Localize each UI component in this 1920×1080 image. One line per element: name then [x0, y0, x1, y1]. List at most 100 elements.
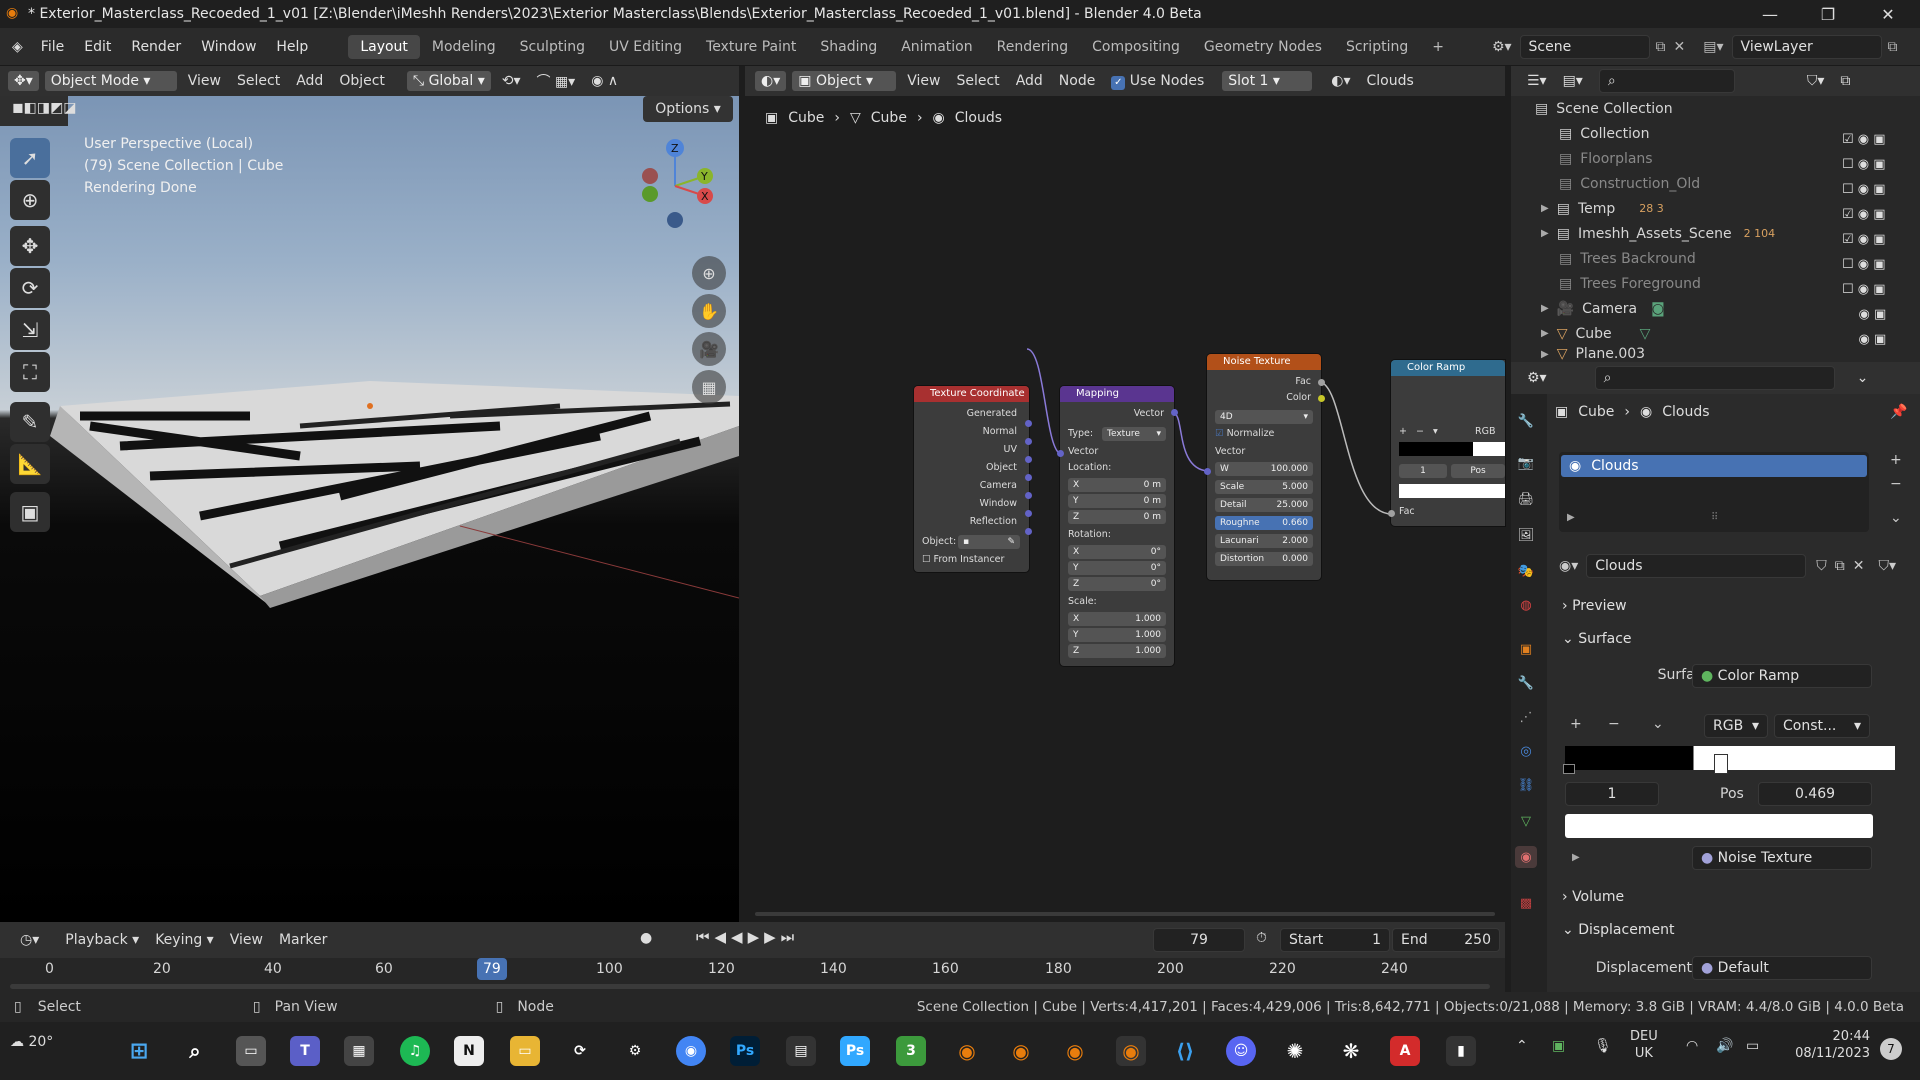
- tab-uv-editing[interactable]: UV Editing: [597, 35, 694, 59]
- snap-icon[interactable]: ⌒ ▦▾: [529, 69, 584, 93]
- new-collection-icon[interactable]: ⧉: [1832, 71, 1858, 91]
- outliner[interactable]: ▤ Scene Collection ▤ Collection ▤ Floorplan…: [1511, 96, 1920, 362]
- current-frame-field[interactable]: 79: [1153, 928, 1245, 952]
- scale-y-field[interactable]: Y 1.000: [1068, 628, 1166, 642]
- socket[interactable]: [1025, 438, 1032, 445]
- menu-window[interactable]: Window: [191, 39, 266, 55]
- node-menu-node[interactable]: Node: [1051, 71, 1104, 91]
- shader-type-selector[interactable]: ▣ Object ▾: [792, 71, 897, 91]
- tab-sculpting[interactable]: Sculpting: [508, 35, 597, 59]
- view-layer-selector[interactable]: ViewLayer: [1731, 34, 1882, 59]
- add-cube-tool-icon[interactable]: ▣: [10, 492, 50, 532]
- end-frame-field[interactable]: End 250: [1392, 928, 1500, 952]
- zoom-icon[interactable]: ⊕: [692, 256, 726, 290]
- viewport-menu-object[interactable]: Object: [331, 71, 393, 91]
- slot-selector[interactable]: Slot 1 ▾: [1222, 71, 1313, 91]
- filter-icon[interactable]: ⛉▾: [1799, 71, 1833, 91]
- socket[interactable]: [1318, 379, 1325, 386]
- maximize-icon[interactable]: ❐: [1800, 0, 1856, 28]
- playback-menu[interactable]: Playback ▾: [57, 930, 147, 950]
- clock[interactable]: 20:44 08/11/2023: [1790, 1028, 1870, 1062]
- socket[interactable]: [1025, 420, 1032, 427]
- rotate-tool-icon[interactable]: ⟳: [10, 268, 50, 308]
- ortho-grid-icon[interactable]: ▦: [692, 370, 726, 404]
- ramp-interpolation[interactable]: Const... ▾: [1774, 714, 1870, 738]
- outliner-search-input[interactable]: ⌕: [1598, 69, 1735, 93]
- expand-arrow-icon[interactable]: ▶: [1572, 852, 1580, 863]
- modifier-tab-icon[interactable]: 🔧: [1515, 672, 1537, 694]
- blender-active-icon[interactable]: ◉: [1116, 1036, 1146, 1066]
- tab-modeling[interactable]: Modeling: [420, 35, 508, 59]
- menu-render[interactable]: Render: [121, 39, 191, 55]
- ramp-color-swatch[interactable]: [1399, 484, 1505, 498]
- blender-icon[interactable]: ◉: [952, 1036, 982, 1066]
- surface-shader-field[interactable]: ● Color Ramp: [1692, 664, 1872, 688]
- tab-animation[interactable]: Animation: [889, 35, 984, 59]
- timeline-menu-marker[interactable]: Marker: [271, 930, 335, 950]
- expand-arrow-icon[interactable]: ▶: [1541, 349, 1549, 360]
- view-layer-icon[interactable]: ▤▾: [1703, 39, 1723, 55]
- app-icon[interactable]: ▦: [344, 1036, 374, 1066]
- terminal-icon[interactable]: ▮: [1446, 1036, 1476, 1066]
- battery-icon[interactable]: ▭: [1746, 1038, 1759, 1054]
- ramp-color-swatch[interactable]: [1565, 814, 1873, 838]
- teams-icon[interactable]: T: [290, 1036, 320, 1066]
- properties-search-input[interactable]: ⌕: [1594, 366, 1835, 390]
- material-slot-list[interactable]: ◉ Clouds ▶ ⠿: [1559, 452, 1869, 532]
- world-tab-icon[interactable]: ◍: [1515, 594, 1537, 616]
- output-tab-icon[interactable]: 🖨: [1515, 488, 1537, 510]
- tab-compositing[interactable]: Compositing: [1080, 35, 1192, 59]
- close-icon[interactable]: ✕: [1860, 0, 1916, 28]
- task-view-icon[interactable]: ▭: [236, 1036, 266, 1066]
- section-surface[interactable]: ⌄ Surface: [1562, 631, 1632, 647]
- mode-selector[interactable]: Object Mode ▾: [44, 71, 177, 91]
- ramp-controls[interactable]: + − ▾: [1399, 426, 1438, 437]
- socket[interactable]: [1318, 395, 1325, 402]
- ramp-index-field[interactable]: 1: [1565, 782, 1659, 806]
- noise-texture-node[interactable]: Noise Texture Fac Color 4D ▾ ☑ Normalize …: [1207, 354, 1321, 580]
- chrome-icon[interactable]: ◉: [676, 1036, 706, 1066]
- language-indicator[interactable]: DEU UK: [1630, 1028, 1658, 1062]
- socket[interactable]: [1204, 468, 1211, 475]
- select-box-mode-icon[interactable]: ◼◧◨◩◪: [12, 100, 77, 116]
- socket[interactable]: [1025, 528, 1032, 535]
- horizontal-scrollbar[interactable]: [755, 912, 1495, 916]
- scene-selector[interactable]: Scene: [1519, 34, 1650, 59]
- eyedropper-icon[interactable]: ✎: [1007, 537, 1015, 547]
- timeline-ruler[interactable]: 0 20 40 60 79 100 120 140 160 180 200 22…: [0, 958, 1505, 992]
- minimize-icon[interactable]: —: [1742, 0, 1798, 28]
- resize-handle-icon[interactable]: ⠿: [1711, 512, 1718, 523]
- ramp-mode[interactable]: RGB: [1475, 426, 1495, 437]
- expand-arrow-icon[interactable]: ▶: [1541, 228, 1549, 239]
- color-ramp-widget[interactable]: [1565, 746, 1895, 770]
- node-editor-type-icon[interactable]: ◐▾: [755, 71, 787, 91]
- camera-view-icon[interactable]: 🎥: [692, 332, 726, 366]
- notification-badge[interactable]: 7: [1880, 1038, 1902, 1060]
- physics-tab-icon[interactable]: ◎: [1515, 740, 1537, 762]
- tab-shading[interactable]: Shading: [808, 35, 889, 59]
- texture-tab-icon[interactable]: ▩: [1515, 892, 1537, 914]
- playhead[interactable]: 79: [477, 958, 507, 980]
- render-tab-icon[interactable]: 📷: [1515, 452, 1537, 474]
- scale-x-field[interactable]: X 1.000: [1068, 612, 1166, 626]
- ramp-index-field[interactable]: 1: [1399, 464, 1447, 478]
- scene-tab-icon[interactable]: 🎭: [1515, 560, 1537, 582]
- outliner-row-scene-collection[interactable]: ▤ Scene Collection: [1511, 96, 1920, 121]
- material-tab-icon[interactable]: ◉: [1515, 846, 1537, 868]
- expand-arrow-icon[interactable]: ▶: [1541, 328, 1549, 339]
- texture-coordinate-node[interactable]: Texture Coordinate Generated Normal UV O…: [914, 386, 1029, 572]
- material-slot-item[interactable]: ◉ Clouds: [1561, 455, 1867, 477]
- node-menu-add[interactable]: Add: [1008, 71, 1051, 91]
- timeline-scrollbar[interactable]: [10, 984, 1490, 989]
- ramp-stop-handle[interactable]: [1714, 754, 1728, 774]
- volume-icon[interactable]: 🔊: [1716, 1038, 1733, 1054]
- expand-arrow-icon[interactable]: ▶: [1541, 203, 1549, 214]
- constraints-tab-icon[interactable]: ⛓: [1515, 774, 1537, 796]
- new-view-layer-icon[interactable]: ⧉: [1888, 39, 1898, 55]
- annotate-tool-icon[interactable]: ✎: [10, 402, 50, 442]
- roughness-field[interactable]: Roughne 0.660: [1215, 516, 1313, 530]
- displacement-field[interactable]: ● Default: [1692, 956, 1872, 980]
- node-menu-select[interactable]: Select: [948, 71, 1007, 91]
- blender-menu-icon[interactable]: ◈: [12, 39, 23, 55]
- playback-controls-icon[interactable]: ⏮◀◀▶▶⏭: [696, 928, 799, 946]
